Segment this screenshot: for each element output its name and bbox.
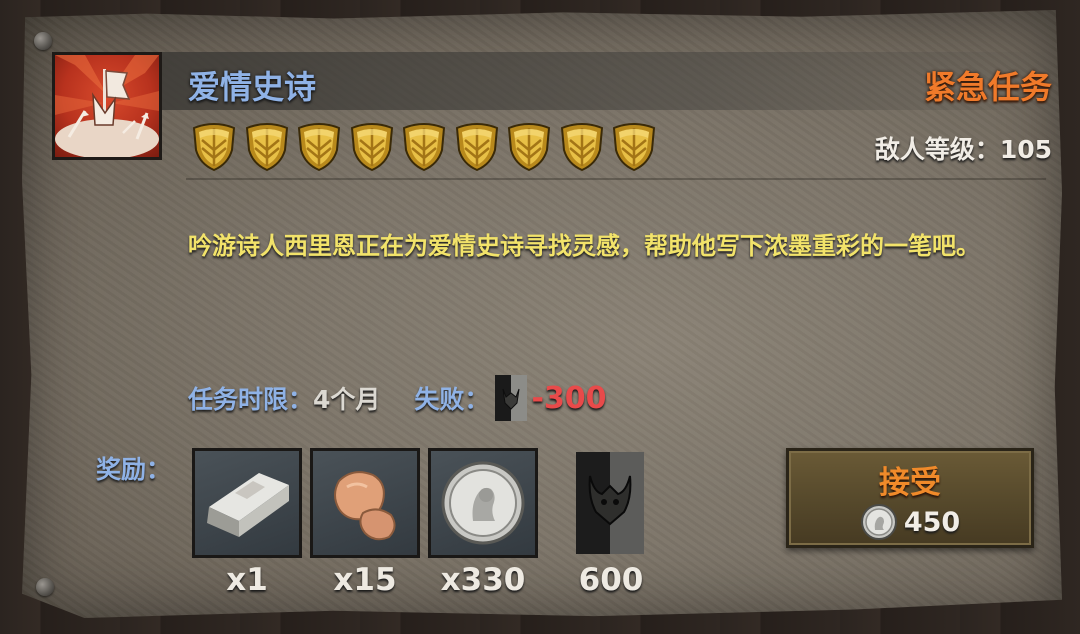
- rank-shield-icon: [402, 123, 446, 172]
- reward-qty: x15: [333, 562, 397, 598]
- rank-shield-icon: [297, 123, 341, 172]
- silver-coin-icon: [860, 504, 897, 540]
- rank-shield-icon: [192, 123, 236, 172]
- quest-emblem-icon: [52, 52, 162, 160]
- rank-shield-icon: [350, 123, 393, 172]
- difficulty-rank: [190, 122, 658, 172]
- fail-penalty: -300: [531, 380, 607, 416]
- rank-shield-icon: [245, 123, 288, 172]
- faction-banner-icon: [495, 375, 528, 421]
- copper-ore-icon: [334, 471, 396, 541]
- rivet-icon: [34, 32, 52, 50]
- urgent-quest-label: 紧急任务: [923, 68, 1052, 106]
- quest-title: 爱情史诗: [188, 68, 317, 106]
- accept-cost: 450: [789, 503, 1031, 541]
- reward-qty: 600: [578, 562, 644, 598]
- rivet-icon: [36, 578, 54, 596]
- enemy-level: 敌人等级：105: [874, 135, 1052, 164]
- accept-label: 接受: [879, 465, 941, 501]
- divider: [186, 178, 1046, 180]
- rank-shield-icon: [612, 123, 656, 172]
- rank-shield-icon: [560, 123, 603, 172]
- silver-ingot-icon: [207, 473, 289, 537]
- fail-label: 失败：: [414, 385, 490, 414]
- rank-shield-icon: [507, 123, 551, 172]
- faction-banner-icon[interactable]: [576, 452, 644, 554]
- reward-qty: x1: [226, 562, 268, 598]
- time-limit-value: 4个月: [313, 385, 381, 414]
- accept-button[interactable]: 接受 450: [786, 448, 1034, 548]
- accept-cost-value: 450: [903, 506, 961, 538]
- silver-coin-icon: [441, 461, 525, 545]
- reward-slot[interactable]: [428, 448, 538, 558]
- rank-shield-icon: [455, 123, 498, 172]
- rewards-label: 奖励：: [96, 455, 172, 484]
- reward-slot[interactable]: [192, 448, 302, 558]
- quest-description: 吟游诗人西里恩正在为爱情史诗寻找灵感，帮助他写下浓墨重彩的一笔吧。: [188, 232, 980, 260]
- reward-qty: x330: [440, 562, 526, 598]
- time-limit-label: 任务时限：: [188, 385, 314, 414]
- reward-slot[interactable]: [310, 448, 420, 558]
- quest-meta: 任务时限： 4个月 失败： -300: [188, 375, 607, 421]
